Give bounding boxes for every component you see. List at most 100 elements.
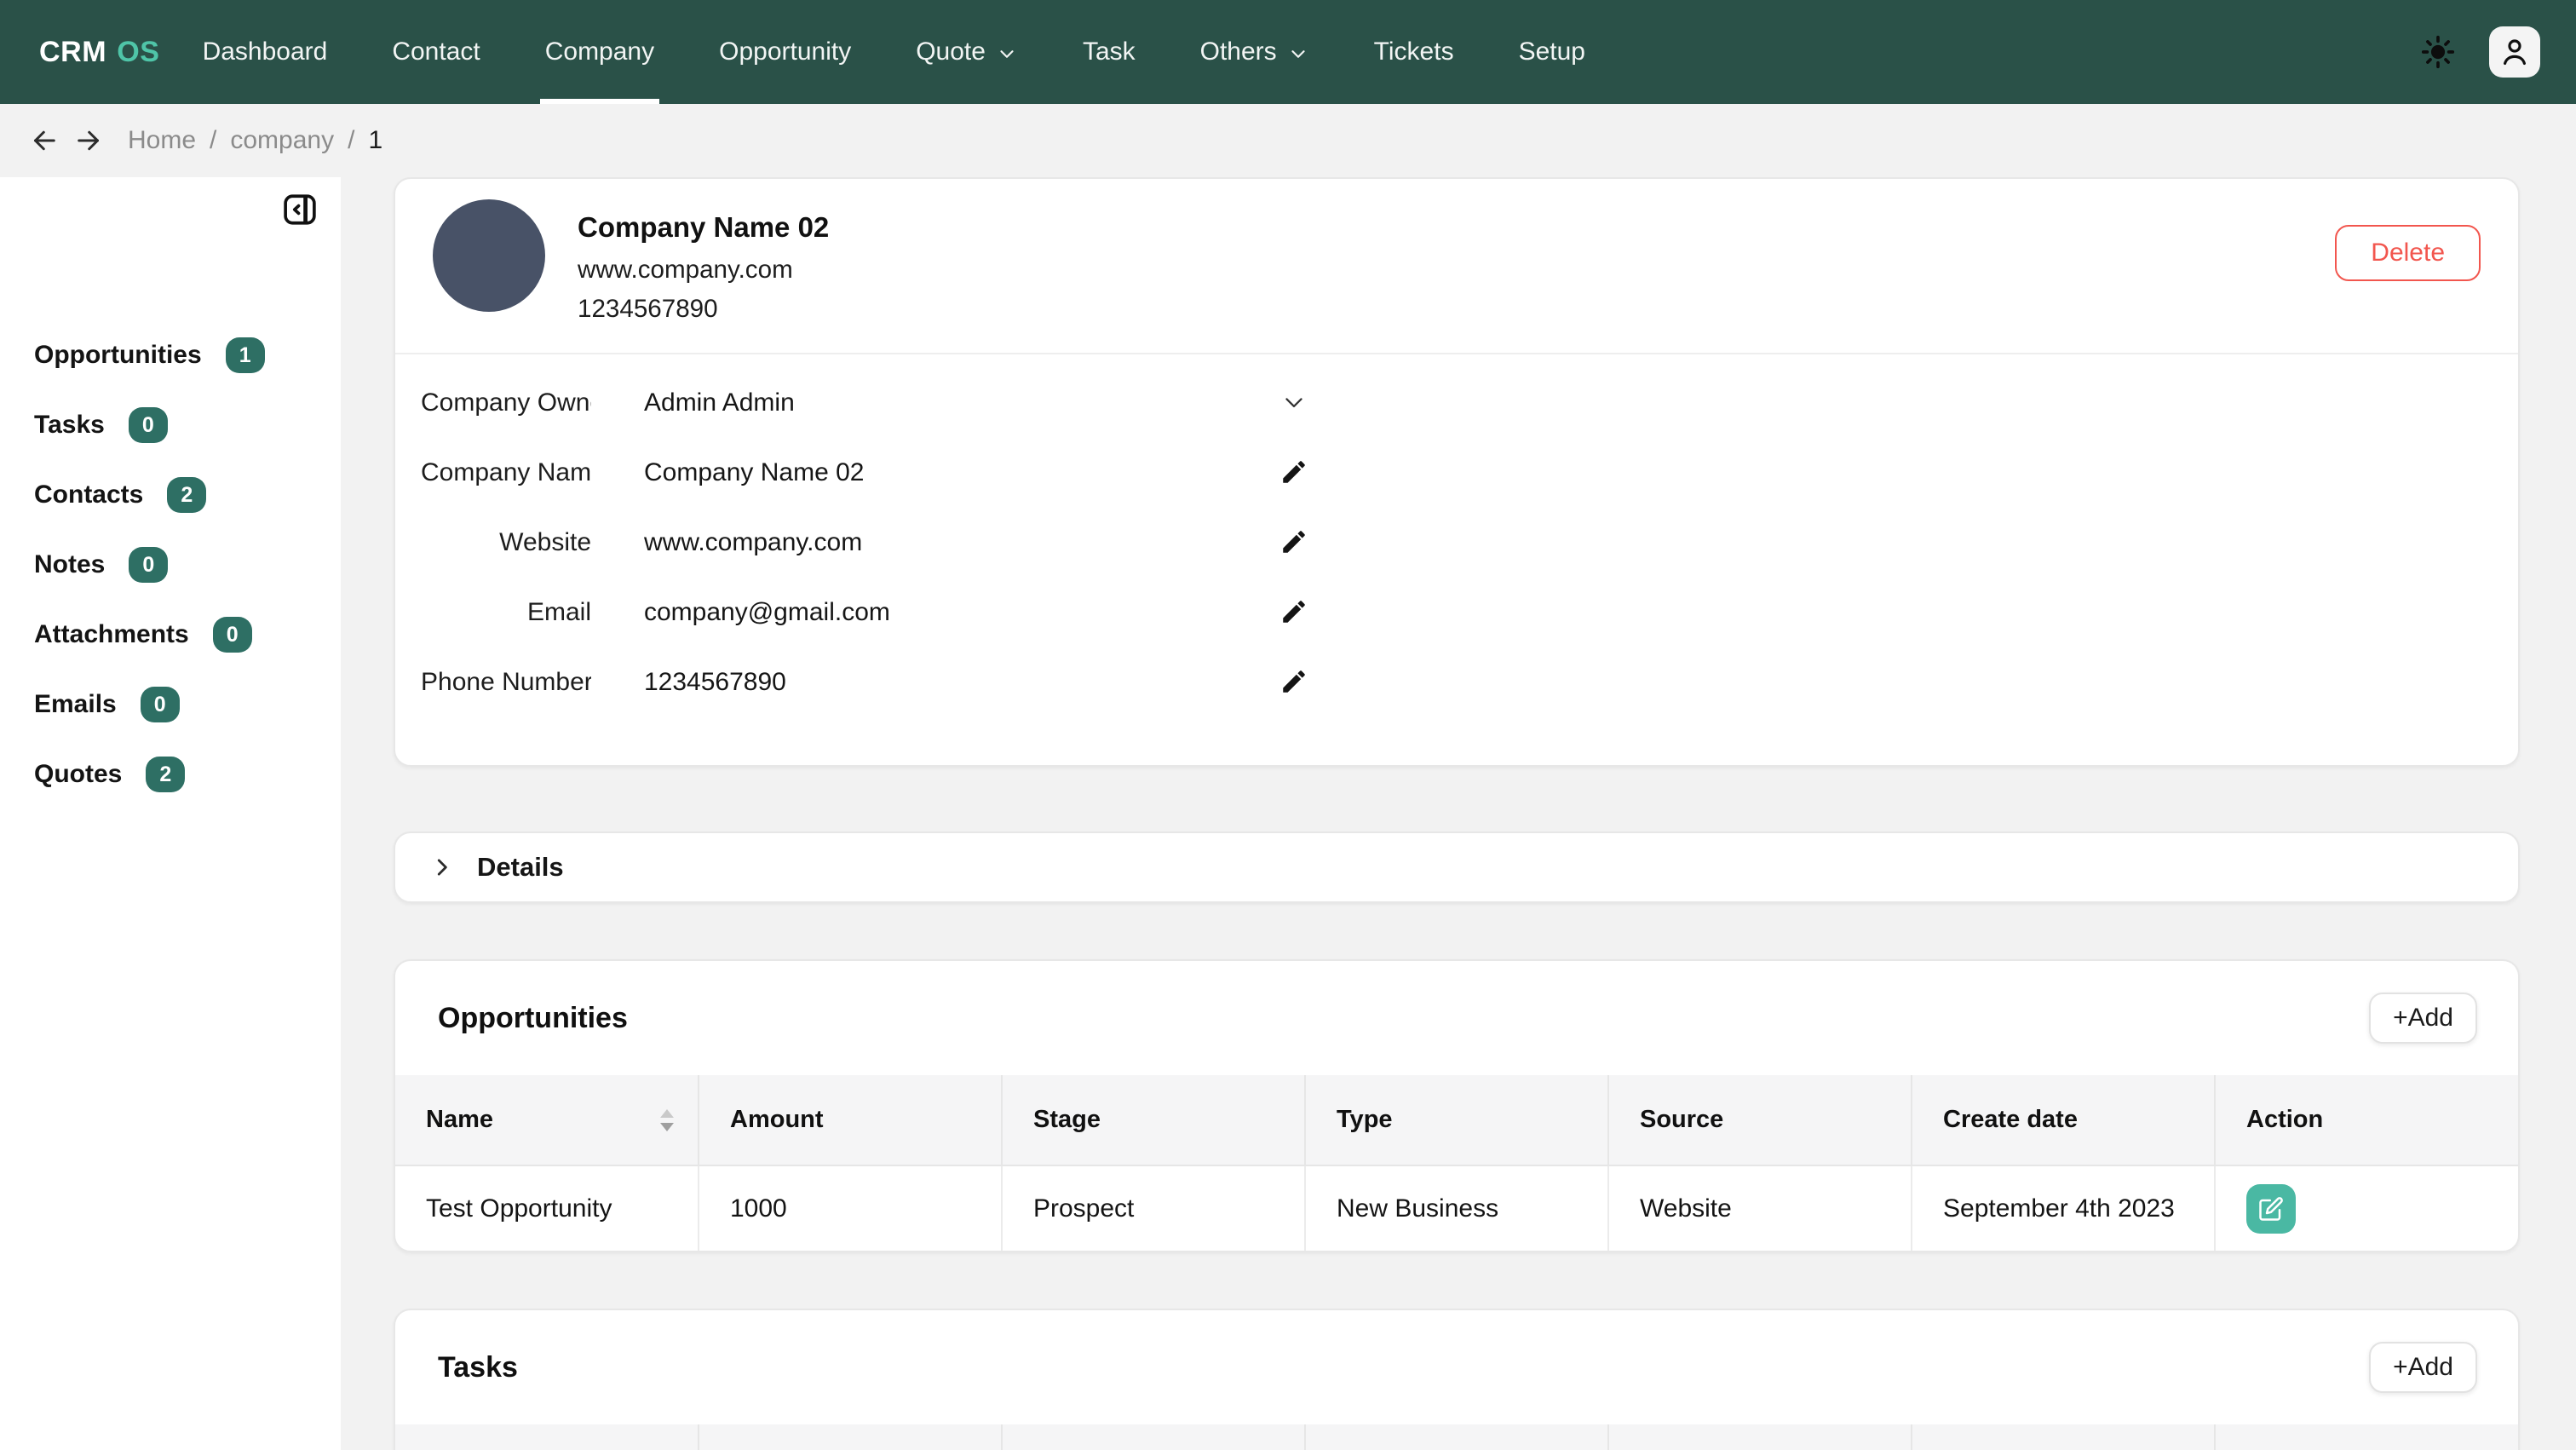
nav-item-dashboard[interactable]: Dashboard: [203, 0, 328, 104]
tasks-table-head: NameAssigneeTypeStatusPriorityNotesActio…: [395, 1424, 2518, 1450]
sidebar-item-attachments[interactable]: Attachments 0: [0, 600, 341, 670]
company-name-title: Company Name 02: [578, 211, 830, 243]
main-content: Company Name 02 www.company.com 12345678…: [341, 177, 2576, 1450]
sidebar-items: Opportunities 1 Tasks 0 Contacts 2 Notes 0 Attac…: [0, 320, 341, 809]
opportunities-table: Name Amount Stage Type Source Create date Acti…: [395, 1075, 2518, 1251]
chevron-down-icon: [1287, 39, 1309, 65]
sidebar-item-label: Notes: [34, 550, 106, 578]
theme-toggle-sun-icon[interactable]: [2419, 33, 2457, 71]
sidebar-item-label: Emails: [34, 690, 117, 718]
opportunities-header: Opportunities +Add: [395, 961, 2518, 1075]
count-badge: 0: [129, 547, 169, 583]
opportunities-table-body: Test Opportunity 1000 Prospect New Business…: [395, 1165, 2518, 1251]
cell-name: Test Opportunity: [395, 1165, 699, 1251]
column-header-amount: Amount: [699, 1075, 1003, 1166]
nav-item-contact[interactable]: Contact: [392, 0, 480, 104]
column-header-source: Source: [1608, 1075, 1912, 1166]
company-avatar: [433, 199, 545, 312]
nav-item-task[interactable]: Task: [1083, 0, 1136, 104]
add-task-button[interactable]: +Add: [2369, 1342, 2477, 1393]
navbar-right: [2419, 26, 2540, 78]
nav-item-quote[interactable]: Quote: [916, 0, 1018, 104]
count-badge: 1: [225, 337, 265, 373]
field-row-company-name: Company Name Company Name 02: [395, 438, 2518, 508]
nav-item-label: Quote: [916, 37, 986, 66]
nav-items: Dashboard Contact Company Opportunity Quote T…: [203, 0, 1585, 104]
sidebar-item-notes[interactable]: Notes 0: [0, 530, 341, 600]
edit-pencil-icon[interactable]: [1279, 457, 1310, 488]
cell-source: Website: [1608, 1165, 1912, 1251]
field-label: Company Name: [421, 458, 591, 486]
field-row-email: Email company@gmail.com: [395, 578, 2518, 647]
breadcrumb-company[interactable]: company: [230, 126, 334, 155]
field-row-company-owner: Company Owner Admin Admin: [395, 368, 2518, 438]
logo-part-os: OS: [117, 35, 160, 68]
chevron-down-icon[interactable]: [1279, 388, 1310, 418]
company-meta: Company Name 02 www.company.com 12345678…: [578, 199, 829, 334]
breadcrumb-separator: /: [348, 126, 355, 154]
nav-item-label: Task: [1082, 37, 1136, 66]
profile-button[interactable]: [2489, 26, 2540, 78]
field-value: Company Name 02: [644, 458, 865, 486]
nav-item-company[interactable]: Company: [539, 0, 660, 104]
edit-pencil-icon[interactable]: [1279, 667, 1310, 698]
column-header-create-date: Create date: [1912, 1075, 2216, 1166]
chevron-right-icon: [429, 854, 455, 880]
back-arrow-icon[interactable]: [29, 125, 60, 156]
delete-button[interactable]: Delete: [2335, 225, 2481, 281]
nav-item-label: Others: [1199, 37, 1277, 66]
nav-item-opportunity[interactable]: Opportunity: [719, 0, 851, 104]
breadcrumb-home[interactable]: Home: [128, 126, 196, 155]
sidebar-item-tasks[interactable]: Tasks 0: [0, 390, 341, 460]
details-section-toggle[interactable]: Details: [394, 831, 2520, 903]
chevron-down-icon: [996, 39, 1018, 65]
sidebar-item-quotes[interactable]: Quotes 2: [0, 739, 341, 809]
edit-row-button[interactable]: [2246, 1183, 2296, 1234]
breadcrumb: Home / company / 1: [0, 104, 2576, 177]
column-header-type: Type: [1002, 1424, 1306, 1450]
edit-pencil-icon[interactable]: [1279, 597, 1310, 628]
nav-item-label: Dashboard: [202, 37, 328, 66]
sidebar-item-emails[interactable]: Emails 0: [0, 670, 341, 739]
sidebar-item-contacts[interactable]: Contacts 2: [0, 460, 341, 530]
panel-collapse-icon[interactable]: [281, 191, 319, 228]
company-phone-text: 1234567890: [578, 295, 718, 323]
nav-item-setup[interactable]: Setup: [1519, 0, 1585, 104]
column-header-name: Name: [395, 1424, 699, 1450]
field-value: company@gmail.com: [644, 598, 890, 626]
add-opportunity-button[interactable]: +Add: [2369, 993, 2477, 1044]
company-header: Company Name 02 www.company.com 12345678…: [395, 179, 2518, 354]
details-title: Details: [477, 852, 564, 882]
field-value: Admin Admin: [644, 388, 795, 417]
breadcrumb-trail: Home / company / 1: [128, 126, 382, 155]
logo-part-crm: CRM: [39, 35, 107, 68]
cell-create-date: September 4th 2023: [1912, 1165, 2216, 1251]
sidebar-item-label: Quotes: [34, 760, 123, 788]
nav-item-others[interactable]: Others: [1200, 0, 1309, 104]
forward-arrow-icon[interactable]: [73, 125, 104, 156]
column-header-name[interactable]: Name: [395, 1075, 699, 1166]
cell-stage: Prospect: [1002, 1165, 1306, 1251]
app-logo[interactable]: CRM OS: [39, 36, 160, 69]
count-badge: 0: [140, 687, 180, 722]
tasks-section: Tasks +Add NameAssigneeTypeStatusPriorit…: [394, 1309, 2520, 1450]
nav-item-tickets[interactable]: Tickets: [1374, 0, 1454, 104]
sidebar-item-opportunities[interactable]: Opportunities 1: [0, 320, 341, 390]
company-profile-card: Company Name 02 www.company.com 12345678…: [394, 177, 2520, 767]
cell-type: New Business: [1305, 1165, 1609, 1251]
table-row: Test Opportunity 1000 Prospect New Business…: [395, 1165, 2518, 1251]
field-value: 1234567890: [644, 668, 786, 696]
crm-company-detail-page: { "colors": { "navbar": "#2a5148", "acce…: [0, 0, 2576, 1450]
company-website-text: www.company.com: [578, 256, 793, 284]
cell-action: [2215, 1165, 2518, 1251]
column-header-status: Status: [1305, 1424, 1609, 1450]
sidebar-item-label: Attachments: [34, 620, 189, 648]
nav-item-label: Opportunity: [719, 37, 852, 66]
sidebar-item-label: Opportunities: [34, 341, 202, 369]
edit-pencil-icon[interactable]: [1279, 527, 1310, 558]
field-label: Phone Number: [421, 668, 591, 696]
cell-amount: 1000: [699, 1165, 1003, 1251]
sidebar-item-label: Tasks: [34, 411, 105, 439]
breadcrumb-separator: /: [210, 126, 217, 154]
top-navbar: CRM OS Dashboard Contact Company Opportunit…: [0, 0, 2576, 104]
